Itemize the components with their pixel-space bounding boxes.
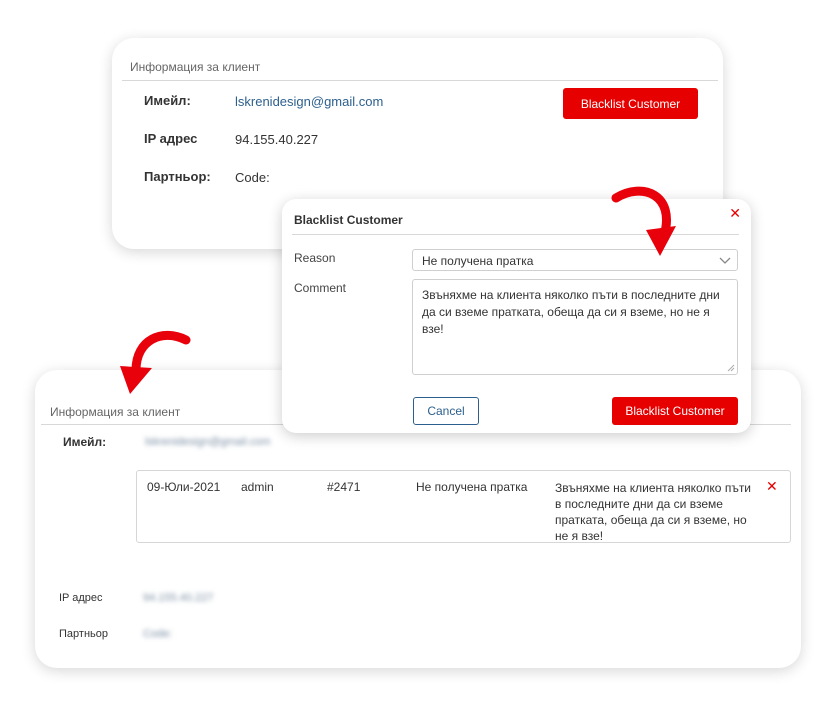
cancel-button[interactable]: Cancel [413, 397, 479, 425]
entry-date: 09-Юли-2021 [147, 480, 221, 494]
reason-label: Reason [294, 251, 336, 265]
partner-value-blurred: Code: [143, 628, 173, 640]
chevron-down-icon [719, 257, 731, 264]
entry-comment: Звъняхме на клиента няколко пъти в после… [555, 481, 752, 543]
entry-order: #2471 [327, 480, 361, 494]
curved-arrow-icon [120, 331, 191, 394]
ip-value: 94.155.40.227 [235, 132, 319, 147]
blacklist-entry: 09-Юли-2021 admin #2471 Не получена прат… [136, 470, 791, 543]
title-divider [122, 80, 718, 81]
card-title: Информация за клиент [50, 405, 181, 419]
close-icon[interactable]: ✕ [729, 205, 741, 222]
partner-value: Code: [235, 170, 270, 185]
reason-selected-value: Не получена пратка [422, 254, 534, 268]
partner-label: Партньор: [144, 169, 211, 184]
blacklist-submit-button[interactable]: Blacklist Customer [612, 397, 738, 425]
email-link[interactable]: lskrenidesign@gmail.com [235, 94, 383, 109]
ip-value-blurred: 94.155.40.227 [143, 592, 214, 604]
ip-label: IP адрес [144, 131, 198, 146]
reason-select[interactable]: Не получена пратка [412, 249, 738, 271]
modal-title: Blacklist Customer [294, 213, 403, 227]
partner-label: Партньор [59, 628, 108, 640]
ip-label: IP адрес [59, 592, 103, 604]
curved-arrow-icon [611, 186, 676, 256]
email-label: Имейл: [63, 435, 107, 449]
entry-reason: Не получена пратка [416, 480, 528, 494]
comment-label: Comment [294, 281, 347, 295]
resize-handle-icon[interactable] [727, 364, 735, 372]
blacklist-customer-button[interactable]: Blacklist Customer [563, 88, 698, 119]
email-value-blurred: lskrenidesign@gmail.com [145, 436, 271, 448]
comment-textarea[interactable]: Звъняхме на клиента няколко пъти в после… [412, 279, 738, 375]
card-title: Информация за клиент [130, 60, 261, 74]
delete-entry-icon[interactable]: ✕ [766, 478, 778, 495]
email-label: Имейл: [144, 93, 191, 108]
entry-user: admin [241, 480, 274, 494]
comment-text: Звъняхме на клиента няколко пъти в после… [422, 288, 720, 336]
